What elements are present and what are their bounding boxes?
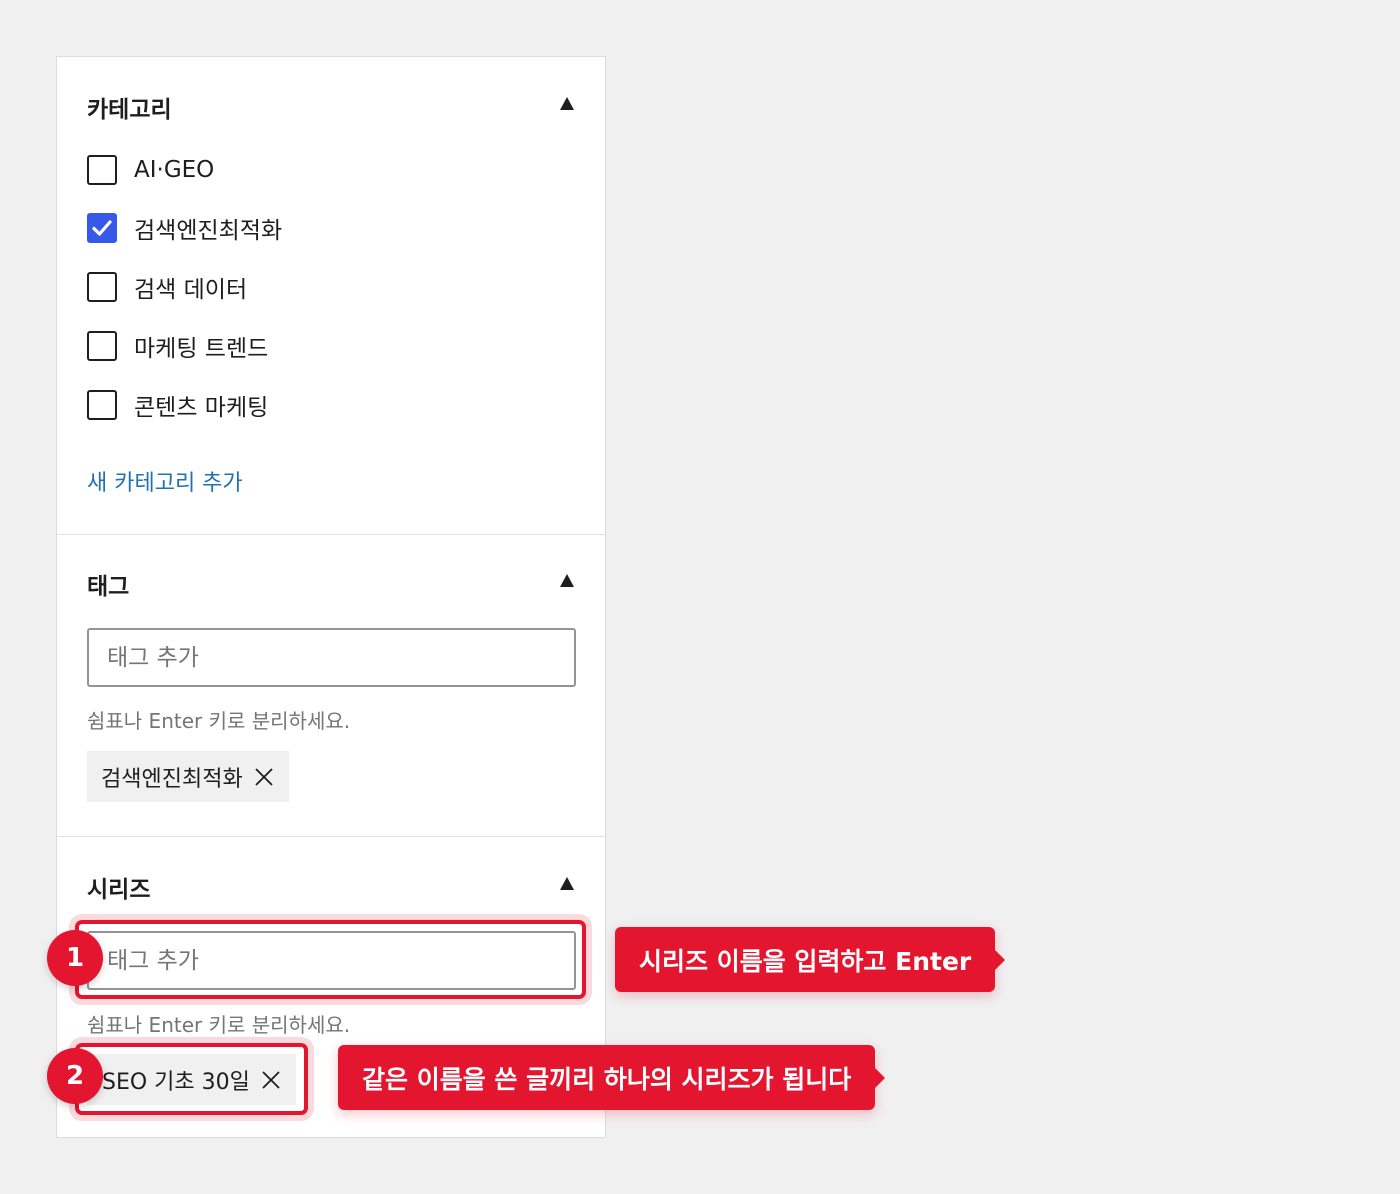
checkbox[interactable] — [87, 155, 117, 185]
series-title: 시리즈 — [87, 877, 151, 903]
category-label: 마케팅 트렌드 — [134, 336, 269, 362]
step-badge-2: 2 — [47, 1048, 103, 1104]
caret-up-icon[interactable] — [559, 97, 575, 111]
categories-section: 카테고리 AI·GEO 검색엔진최적화 검색 데이터 마케팅 트렌드 콘텐츠 마… — [57, 57, 605, 535]
add-category-link[interactable]: 새 카테고리 추가 — [87, 465, 243, 497]
tag-input[interactable] — [87, 628, 576, 687]
caret-up-icon[interactable] — [559, 877, 575, 891]
category-item-marketing-trend[interactable]: 마케팅 트렌드 — [87, 330, 268, 362]
categories-title: 카테고리 — [87, 97, 172, 123]
category-label: 콘텐츠 마케팅 — [134, 395, 269, 421]
checkbox[interactable] — [87, 331, 117, 361]
highlight-series-input — [75, 920, 586, 999]
checkmark-icon — [92, 220, 112, 236]
series-help-text: 쉼표나 Enter 키로 분리하세요. — [87, 1013, 351, 1037]
highlight-series-chip — [75, 1043, 308, 1115]
tag-chip-label: 검색엔진최적화 — [101, 766, 243, 792]
checkbox-checked[interactable] — [87, 213, 117, 243]
tag-help-text: 쉼표나 Enter 키로 분리하세요. — [87, 709, 351, 733]
callout-2: 같은 이름을 쓴 글끼리 하나의 시리즈가 됩니다 — [338, 1045, 886, 1110]
tag-chip: 검색엔진최적화 — [87, 751, 289, 802]
category-label: 검색엔진최적화 — [134, 218, 283, 244]
checkbox[interactable] — [87, 390, 117, 420]
category-label: AI·GEO — [134, 157, 215, 183]
tags-title: 태그 — [87, 574, 130, 600]
tags-section: 태그 쉼표나 Enter 키로 분리하세요. 검색엔진최적화 — [57, 535, 605, 837]
category-item-search-data[interactable]: 검색 데이터 — [87, 271, 247, 303]
callout-1: 시리즈 이름을 입력하고 Enter — [615, 927, 1006, 992]
checkbox[interactable] — [87, 272, 117, 302]
category-item-seo[interactable]: 검색엔진최적화 — [87, 212, 282, 244]
close-icon[interactable] — [253, 766, 275, 788]
category-item-ai-geo[interactable]: AI·GEO — [87, 154, 214, 186]
caret-up-icon[interactable] — [559, 574, 575, 588]
category-label: 검색 데이터 — [134, 277, 248, 303]
step-badge-1: 1 — [47, 930, 103, 986]
category-item-content-marketing[interactable]: 콘텐츠 마케팅 — [87, 389, 268, 421]
